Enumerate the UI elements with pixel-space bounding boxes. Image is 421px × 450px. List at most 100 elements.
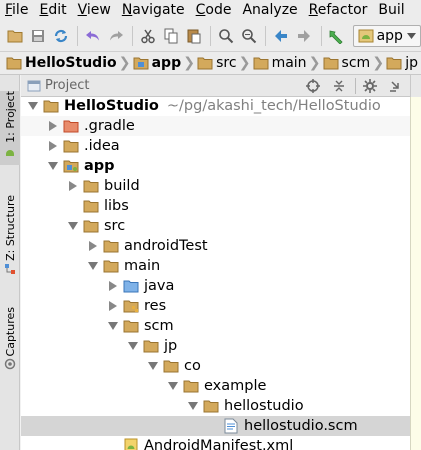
collapsed-arrow-icon[interactable] bbox=[107, 276, 119, 296]
forward-icon[interactable] bbox=[294, 25, 315, 47]
tree-node-main[interactable]: main bbox=[21, 256, 410, 276]
collapsed-arrow-icon[interactable] bbox=[87, 236, 99, 256]
toolbar-separator bbox=[210, 26, 212, 46]
tree-node-hellostudio-scm[interactable]: hellostudio.scm bbox=[21, 416, 410, 436]
tree-node-androidmanifest[interactable]: AndroidManifest.xml bbox=[21, 436, 410, 450]
tree-node-app[interactable]: app bbox=[21, 156, 410, 176]
back-icon[interactable] bbox=[270, 25, 291, 47]
tree-node-androidtest[interactable]: androidTest bbox=[21, 236, 410, 256]
expanded-arrow-icon[interactable] bbox=[87, 256, 99, 276]
menu-refactor[interactable]: Refactor bbox=[304, 0, 374, 21]
manifest-file-icon bbox=[123, 438, 139, 450]
folder-icon bbox=[83, 218, 99, 234]
left-tool-window-strip: 1: Project Z: Structure Captures bbox=[0, 75, 20, 450]
tree-node-java[interactable]: java bbox=[21, 276, 410, 296]
menu-edit[interactable]: Edit bbox=[34, 0, 72, 21]
android-icon bbox=[6, 149, 14, 156]
navigation-breadcrumb: HelloStudio ❯ app ❯ src ❯ main ❯ scm ❯ j… bbox=[0, 51, 421, 75]
breadcrumb-item-src[interactable]: src bbox=[197, 52, 237, 74]
breadcrumb-item-jp[interactable]: jp bbox=[386, 52, 418, 74]
menu-file[interactable]: File bbox=[0, 0, 34, 21]
expanded-arrow-icon[interactable] bbox=[27, 96, 39, 116]
menu-code[interactable]: Code bbox=[191, 0, 238, 21]
cut-icon[interactable] bbox=[137, 25, 158, 47]
header-separator bbox=[355, 78, 356, 94]
tree-node-scm[interactable]: scm bbox=[21, 316, 410, 336]
copy-icon[interactable] bbox=[160, 25, 181, 47]
folder-icon bbox=[253, 57, 269, 70]
folder-icon bbox=[143, 338, 159, 354]
project-panel-actions bbox=[303, 75, 412, 97]
project-view-selector[interactable]: Project bbox=[27, 78, 89, 93]
structure-tool-tab[interactable]: Z: Structure bbox=[0, 195, 20, 275]
collapsed-arrow-icon[interactable] bbox=[67, 176, 79, 196]
project-panel-icon bbox=[27, 80, 41, 91]
collapse-all-icon[interactable] bbox=[329, 76, 349, 96]
save-icon[interactable] bbox=[27, 25, 48, 47]
undo-icon[interactable] bbox=[82, 25, 103, 47]
project-folder-icon bbox=[6, 57, 22, 70]
folder-icon bbox=[183, 378, 199, 394]
breadcrumb-separator-icon: ❯ bbox=[308, 55, 321, 71]
tree-node-co[interactable]: co bbox=[21, 356, 410, 376]
tree-node-jp[interactable]: jp bbox=[21, 336, 410, 356]
tree-node-gradle[interactable]: .gradle bbox=[21, 116, 410, 136]
resource-folder-icon bbox=[123, 298, 139, 314]
scroll-from-source-icon[interactable] bbox=[303, 76, 323, 96]
main-toolbar: app bbox=[0, 21, 421, 51]
menu-analyze[interactable]: Analyze bbox=[237, 0, 303, 21]
expanded-arrow-icon[interactable] bbox=[47, 156, 59, 176]
collapsed-arrow-icon[interactable] bbox=[47, 136, 59, 156]
expanded-arrow-icon[interactable] bbox=[147, 356, 159, 376]
redo-icon[interactable] bbox=[105, 25, 126, 47]
project-tool-tab[interactable]: 1: Project bbox=[0, 91, 20, 165]
tree-node-hellostudio[interactable]: hellostudio bbox=[21, 396, 410, 416]
expanded-arrow-icon[interactable] bbox=[167, 376, 179, 396]
expanded-arrow-icon[interactable] bbox=[107, 316, 119, 336]
chevron-down-icon bbox=[406, 33, 416, 39]
folder-icon bbox=[203, 398, 219, 414]
collapsed-arrow-icon[interactable] bbox=[47, 116, 59, 136]
replace-icon[interactable] bbox=[238, 25, 259, 47]
expanded-arrow-icon[interactable] bbox=[187, 396, 199, 416]
breadcrumb-item-hellostudio[interactable]: HelloStudio bbox=[6, 52, 117, 74]
menu-navigate[interactable]: Navigate bbox=[117, 0, 191, 21]
find-icon[interactable] bbox=[215, 25, 236, 47]
open-folder-icon[interactable] bbox=[4, 25, 25, 47]
sync-icon[interactable] bbox=[50, 25, 71, 47]
gear-icon[interactable] bbox=[360, 76, 380, 96]
expanded-arrow-icon[interactable] bbox=[67, 216, 79, 236]
editor-area-header bbox=[410, 75, 421, 97]
tree-node-src[interactable]: src bbox=[21, 216, 410, 236]
folder-icon bbox=[323, 57, 339, 70]
breadcrumb-separator-icon: ❯ bbox=[118, 55, 131, 71]
excluded-folder-icon bbox=[63, 118, 79, 134]
breadcrumb-item-main[interactable]: main bbox=[253, 52, 307, 74]
tree-node-build[interactable]: build bbox=[21, 176, 410, 196]
project-folder-icon bbox=[43, 98, 59, 114]
folder-icon bbox=[83, 198, 99, 214]
captures-icon bbox=[4, 359, 16, 370]
paste-icon[interactable] bbox=[183, 25, 204, 47]
captures-tool-tab[interactable]: Captures bbox=[0, 307, 20, 377]
tree-node-example[interactable]: example bbox=[21, 376, 410, 396]
tree-node-idea[interactable]: .idea bbox=[21, 136, 410, 156]
editor-area-edge bbox=[410, 97, 421, 450]
expanded-arrow-icon[interactable] bbox=[127, 336, 139, 356]
folder-icon bbox=[103, 258, 119, 274]
breadcrumb-item-app[interactable]: app bbox=[133, 52, 181, 74]
structure-icon bbox=[5, 263, 15, 274]
breadcrumb-separator-icon: ❯ bbox=[238, 55, 251, 71]
hide-panel-icon[interactable] bbox=[386, 76, 406, 96]
source-folder-icon bbox=[123, 278, 139, 294]
tree-node-res[interactable]: res bbox=[21, 296, 410, 316]
toolbar-separator bbox=[265, 26, 267, 46]
breadcrumb-item-scm[interactable]: scm bbox=[323, 52, 370, 74]
menu-build[interactable]: Buil bbox=[373, 0, 410, 21]
collapsed-arrow-icon[interactable] bbox=[107, 296, 119, 316]
tree-node-root[interactable]: HelloStudio ~/pg/akashi_tech/HelloStudio bbox=[21, 96, 410, 116]
menu-view[interactable]: View bbox=[73, 0, 117, 21]
run-configuration-select[interactable]: app bbox=[352, 25, 421, 47]
make-project-icon[interactable] bbox=[326, 25, 347, 47]
tree-node-libs[interactable]: libs bbox=[21, 196, 410, 216]
